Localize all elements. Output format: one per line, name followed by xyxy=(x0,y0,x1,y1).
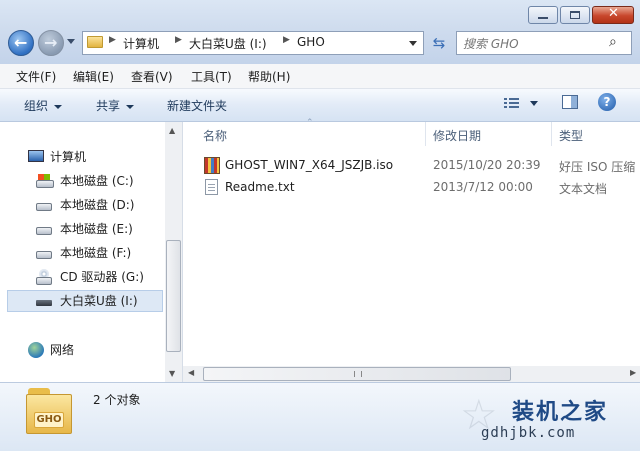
close-button[interactable]: ✕ xyxy=(592,6,634,24)
search-input[interactable] xyxy=(461,34,605,54)
sidebar-item-label: 本地磁盘 (D:) xyxy=(60,198,135,212)
file-type: 好压 ISO 压缩 xyxy=(559,160,636,174)
preview-pane-button[interactable] xyxy=(562,95,578,109)
chevron-down-icon xyxy=(54,104,63,109)
breadcrumb-separator-icon: ▶ xyxy=(175,35,182,45)
column-divider[interactable] xyxy=(551,122,552,146)
share-label: 共享 xyxy=(96,99,121,113)
recent-pages-dropdown[interactable] xyxy=(67,39,75,44)
column-header-name[interactable]: 名称 xyxy=(203,127,227,144)
watermark-brand: 装机之家 xyxy=(512,400,609,425)
system-drive-icon xyxy=(36,174,54,188)
forward-button[interactable]: → xyxy=(38,30,64,56)
minimize-button[interactable] xyxy=(528,6,558,24)
breadcrumb-gho[interactable]: GHO xyxy=(297,35,325,49)
sidebar-item-label: 本地磁盘 (E:) xyxy=(60,222,133,236)
hard-drive-icon xyxy=(36,251,52,259)
file-modified: 2013/7/12 00:00 xyxy=(433,180,533,194)
scroll-right-icon[interactable]: ▶ xyxy=(630,368,636,377)
view-options-button[interactable] xyxy=(504,96,520,110)
item-count: 2 个对象 xyxy=(93,393,141,407)
breadcrumb-separator-icon: ▶ xyxy=(283,35,290,45)
maximize-icon xyxy=(570,11,580,19)
column-header-modified[interactable]: 修改日期 xyxy=(433,127,481,144)
file-name: GHOST_WIN7_X64_JSZJB.iso xyxy=(225,158,394,172)
scroll-left-icon[interactable]: ◀ xyxy=(188,368,194,377)
list-view-icon xyxy=(504,98,507,100)
breadcrumb-separator-icon: ▶ xyxy=(109,35,116,45)
chevron-down-icon xyxy=(126,104,135,109)
column-divider[interactable] xyxy=(425,122,426,146)
cd-drive-icon xyxy=(36,269,52,285)
sidebar-item-label: 本地磁盘 (F:) xyxy=(60,246,132,260)
text-file-icon xyxy=(205,179,218,195)
folder-thumbnail: GHO xyxy=(24,388,76,438)
menu-file[interactable]: 文件(F) xyxy=(16,68,56,85)
menu-edit[interactable]: 编辑(E) xyxy=(73,68,114,85)
folder-icon xyxy=(87,36,103,48)
file-modified: 2015/10/20 20:39 xyxy=(433,158,541,172)
watermark-url: gdhjbk.com xyxy=(481,425,576,441)
content-scrollbar-thumb[interactable] xyxy=(203,367,511,381)
help-icon[interactable]: ? xyxy=(598,93,616,111)
column-header-type[interactable]: 类型 xyxy=(559,127,583,144)
chevron-down-icon[interactable] xyxy=(530,101,538,106)
hard-drive-icon xyxy=(36,203,52,211)
grip-icon xyxy=(354,371,362,377)
share-button[interactable]: 共享 xyxy=(96,97,135,114)
sidebar-item-label: 网络 xyxy=(50,343,75,357)
preview-pane-icon xyxy=(571,96,577,108)
computer-icon xyxy=(28,150,44,162)
breadcrumb-computer[interactable]: 计算机 xyxy=(123,35,159,52)
chevron-down-icon[interactable] xyxy=(409,41,417,46)
sidebar-item-label: CD 驱动器 (G:) xyxy=(60,270,144,284)
nav-scrollbar-thumb[interactable] xyxy=(166,240,181,352)
organize-button[interactable]: 组织 xyxy=(24,97,63,114)
search-box[interactable]: ⌕ xyxy=(456,31,632,55)
sidebar-item-label: 本地磁盘 (C:) xyxy=(60,174,134,188)
sort-ascending-icon: ⌃ xyxy=(306,118,314,128)
network-icon xyxy=(28,342,44,358)
refresh-icon[interactable]: ⇆ xyxy=(428,31,450,55)
breadcrumb-usb-drive[interactable]: 大白菜U盘 (I:) xyxy=(189,35,267,52)
table-row[interactable]: GHOST_WIN7_X64_JSZJB.iso 2015/10/20 20:3… xyxy=(200,155,640,177)
archive-file-icon xyxy=(204,157,220,174)
menu-view[interactable]: 查看(V) xyxy=(131,68,173,85)
scroll-up-icon[interactable]: ▲ xyxy=(169,126,175,135)
sidebar-item-label: 计算机 xyxy=(50,150,87,164)
new-folder-button[interactable]: 新建文件夹 xyxy=(167,97,227,114)
back-button[interactable]: ← xyxy=(8,30,34,56)
arrow-left-icon: ← xyxy=(14,33,28,52)
scroll-down-icon[interactable]: ▼ xyxy=(169,369,175,378)
address-bar[interactable]: ▶ 计算机 ▶ 大白菜U盘 (I:) ▶ GHO xyxy=(82,31,424,55)
menu-tools[interactable]: 工具(T) xyxy=(191,68,232,85)
hard-drive-icon xyxy=(36,227,52,235)
maximize-button[interactable] xyxy=(560,6,590,24)
sidebar-item-label: 大白菜U盘 (I:) xyxy=(60,294,138,308)
minimize-icon xyxy=(538,17,548,19)
arrow-right-icon: → xyxy=(44,33,58,52)
file-name: Readme.txt xyxy=(225,180,295,194)
file-type: 文本文档 xyxy=(559,182,608,196)
search-icon[interactable]: ⌕ xyxy=(609,34,617,50)
menu-help[interactable]: 帮助(H) xyxy=(248,68,290,85)
usb-drive-icon xyxy=(36,300,52,306)
close-icon: ✕ xyxy=(608,6,619,21)
folder-label: GHO xyxy=(34,412,64,428)
organize-label: 组织 xyxy=(24,99,49,113)
table-row[interactable]: Readme.txt 2013/7/12 00:00 文本文档 xyxy=(200,177,640,199)
